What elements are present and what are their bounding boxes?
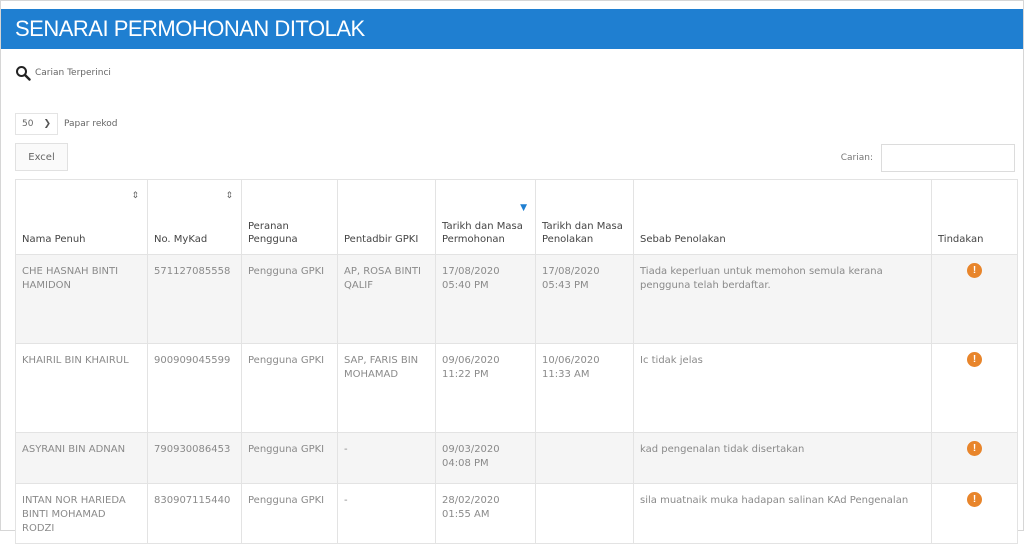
sort-icon: ⇕: [131, 191, 139, 201]
cell-mykad: 830907115440: [147, 483, 242, 544]
table-row: KHAIRIL BIN KHAIRUL 900909045599 Penggun…: [15, 343, 1018, 433]
col-header-sebab[interactable]: Sebab Penolakan: [633, 179, 932, 255]
cell-pentadbir: AP, ROSA BINTI QALIF: [337, 254, 436, 344]
page: SENARAI PERMOHONAN DITOLAK Carian Terper…: [0, 0, 1024, 544]
cell-sebab: kad pengenalan tidak disertakan: [633, 432, 932, 484]
excel-export-button[interactable]: Excel: [15, 143, 68, 171]
page-length-value: 50: [22, 119, 34, 129]
cell-peranan: Pengguna GPKI: [241, 343, 338, 433]
filter-input[interactable]: [881, 144, 1015, 172]
col-header-peranan[interactable]: Peranan Pengguna: [241, 179, 338, 255]
info-icon[interactable]: !: [967, 352, 982, 367]
info-icon[interactable]: !: [967, 492, 982, 507]
chevron-down-icon: ❯: [43, 119, 51, 129]
table-row: CHE HASNAH BINTI HAMIDON 571127085558 Pe…: [15, 254, 1018, 344]
filter-label: Carian:: [840, 153, 873, 163]
col-header-tarikh-mohon[interactable]: ▼ Tarikh dan Masa Permohonan: [435, 179, 536, 255]
cell-mykad: 900909045599: [147, 343, 242, 433]
col-header-pentadbir[interactable]: Pentadbir GPKI: [337, 179, 436, 255]
cell-nama: CHE HASNAH BINTI HAMIDON: [15, 254, 148, 344]
cell-nama: ASYRANI BIN ADNAN: [15, 432, 148, 484]
table-row: ASYRANI BIN ADNAN 790930086453 Pengguna …: [15, 432, 1018, 484]
cell-pentadbir: SAP, FARIS BIN MOHAMAD: [337, 343, 436, 433]
col-header-nama[interactable]: ⇕ Nama Penuh: [15, 179, 148, 255]
cell-tindakan: !: [931, 254, 1018, 344]
page-length-select[interactable]: 50 ❯: [15, 113, 58, 135]
cell-sebab: sila muatnaik muka hadapan salinan KAd P…: [633, 483, 932, 544]
cell-mykad: 571127085558: [147, 254, 242, 344]
cell-pentadbir: -: [337, 483, 436, 544]
cell-tindakan: !: [931, 483, 1018, 544]
page-header: SENARAI PERMOHONAN DITOLAK: [1, 9, 1023, 49]
cell-tarikh-mohon: 28/02/2020 01:55 AM: [435, 483, 536, 544]
cell-tindakan: !: [931, 432, 1018, 484]
cell-tarikh-tolak: [535, 483, 634, 544]
cell-tarikh-tolak: 10/06/2020 11:33 AM: [535, 343, 634, 433]
cell-tarikh-mohon: 09/06/2020 11:22 PM: [435, 343, 536, 433]
col-header-tindakan: Tindakan: [931, 179, 1018, 255]
col-header-mykad[interactable]: ⇕ No. MyKad: [147, 179, 242, 255]
table-row: INTAN NOR HARIEDA BINTI MOHAMAD RODZI 83…: [15, 483, 1018, 544]
sort-desc-icon: ▼: [520, 203, 527, 213]
cell-nama: INTAN NOR HARIEDA BINTI MOHAMAD RODZI: [15, 483, 148, 544]
info-icon[interactable]: !: [967, 441, 982, 456]
page-length-control: 50 ❯ Papar rekod: [15, 113, 117, 135]
cell-pentadbir: -: [337, 432, 436, 484]
cell-tarikh-mohon: 09/03/2020 04:08 PM: [435, 432, 536, 484]
advanced-search-link[interactable]: Carian Terperinci: [15, 65, 111, 81]
cell-peranan: Pengguna GPKI: [241, 254, 338, 344]
cell-peranan: Pengguna GPKI: [241, 483, 338, 544]
cell-sebab: Ic tidak jelas: [633, 343, 932, 433]
cell-nama: KHAIRIL BIN KHAIRUL: [15, 343, 148, 433]
col-header-tarikh-tolak[interactable]: Tarikh dan Masa Penolakan: [535, 179, 634, 255]
advanced-search-label: Carian Terperinci: [35, 68, 111, 78]
table-filter: Carian:: [841, 144, 1015, 172]
sort-icon: ⇕: [225, 191, 233, 201]
cell-sebab: Tiada keperluan untuk memohon semula ker…: [633, 254, 932, 344]
cell-tarikh-tolak: [535, 432, 634, 484]
cell-tarikh-mohon: 17/08/2020 05:40 PM: [435, 254, 536, 344]
cell-peranan: Pengguna GPKI: [241, 432, 338, 484]
info-icon[interactable]: !: [967, 263, 982, 278]
search-icon: [16, 66, 31, 81]
page-title: SENARAI PERMOHONAN DITOLAK: [15, 16, 365, 41]
cell-mykad: 790930086453: [147, 432, 242, 484]
cell-tindakan: !: [931, 343, 1018, 433]
rejected-applications-table: ⇕ Nama Penuh ⇕ No. MyKad Peranan Pengguna …: [15, 179, 1018, 544]
page-length-label: Papar rekod: [64, 119, 118, 129]
cell-tarikh-tolak: 17/08/2020 05:43 PM: [535, 254, 634, 344]
